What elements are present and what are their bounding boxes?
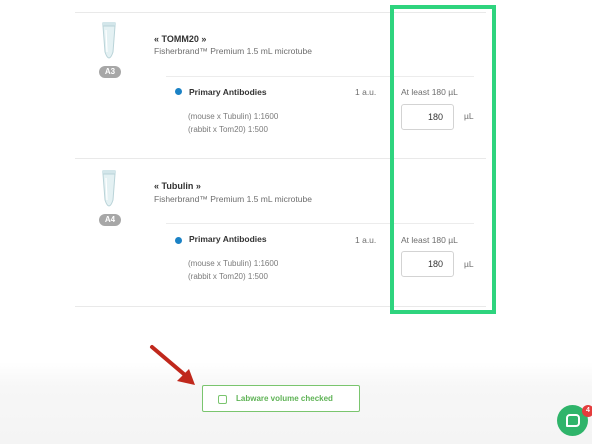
microtube-icon: A4 [99,170,125,230]
checkbox-icon[interactable] [218,395,227,404]
mix-line: (mouse x Tubulin) 1:1600 [188,259,279,268]
reagent-dot [175,88,182,95]
checkbox-label: Labware volume checked [236,394,333,403]
mix-line: (mouse x Tubulin) 1:1600 [188,112,279,121]
labware-volume-checked-button[interactable]: Labware volume checked [202,385,360,412]
well-badge: A4 [99,214,121,226]
reagent-amount: 1 a.u. [355,235,377,245]
container-type: Fisherbrand™ Premium 1.5 mL microtube [154,46,312,56]
container-type: Fisherbrand™ Premium 1.5 mL microtube [154,194,312,204]
mix-line: (rabbit x Tom20) 1:500 [188,272,268,281]
well-name: « TOMM20 » [154,34,207,44]
reagent-dot [175,237,182,244]
red-arrow-annotation [150,345,195,385]
chat-badge: 4 [582,405,592,417]
mix-line: (rabbit x Tom20) 1:500 [188,125,268,134]
reagent-title: Primary Antibodies [189,234,267,244]
reagent-amount: 1 a.u. [355,87,377,97]
microtube-icon: A3 [99,22,125,82]
volume-column-highlight [390,5,496,314]
reagent-title: Primary Antibodies [189,87,267,97]
well-name: « Tubulin » [154,181,201,191]
well-badge: A3 [99,66,121,78]
chat-bubble-icon [566,414,580,427]
